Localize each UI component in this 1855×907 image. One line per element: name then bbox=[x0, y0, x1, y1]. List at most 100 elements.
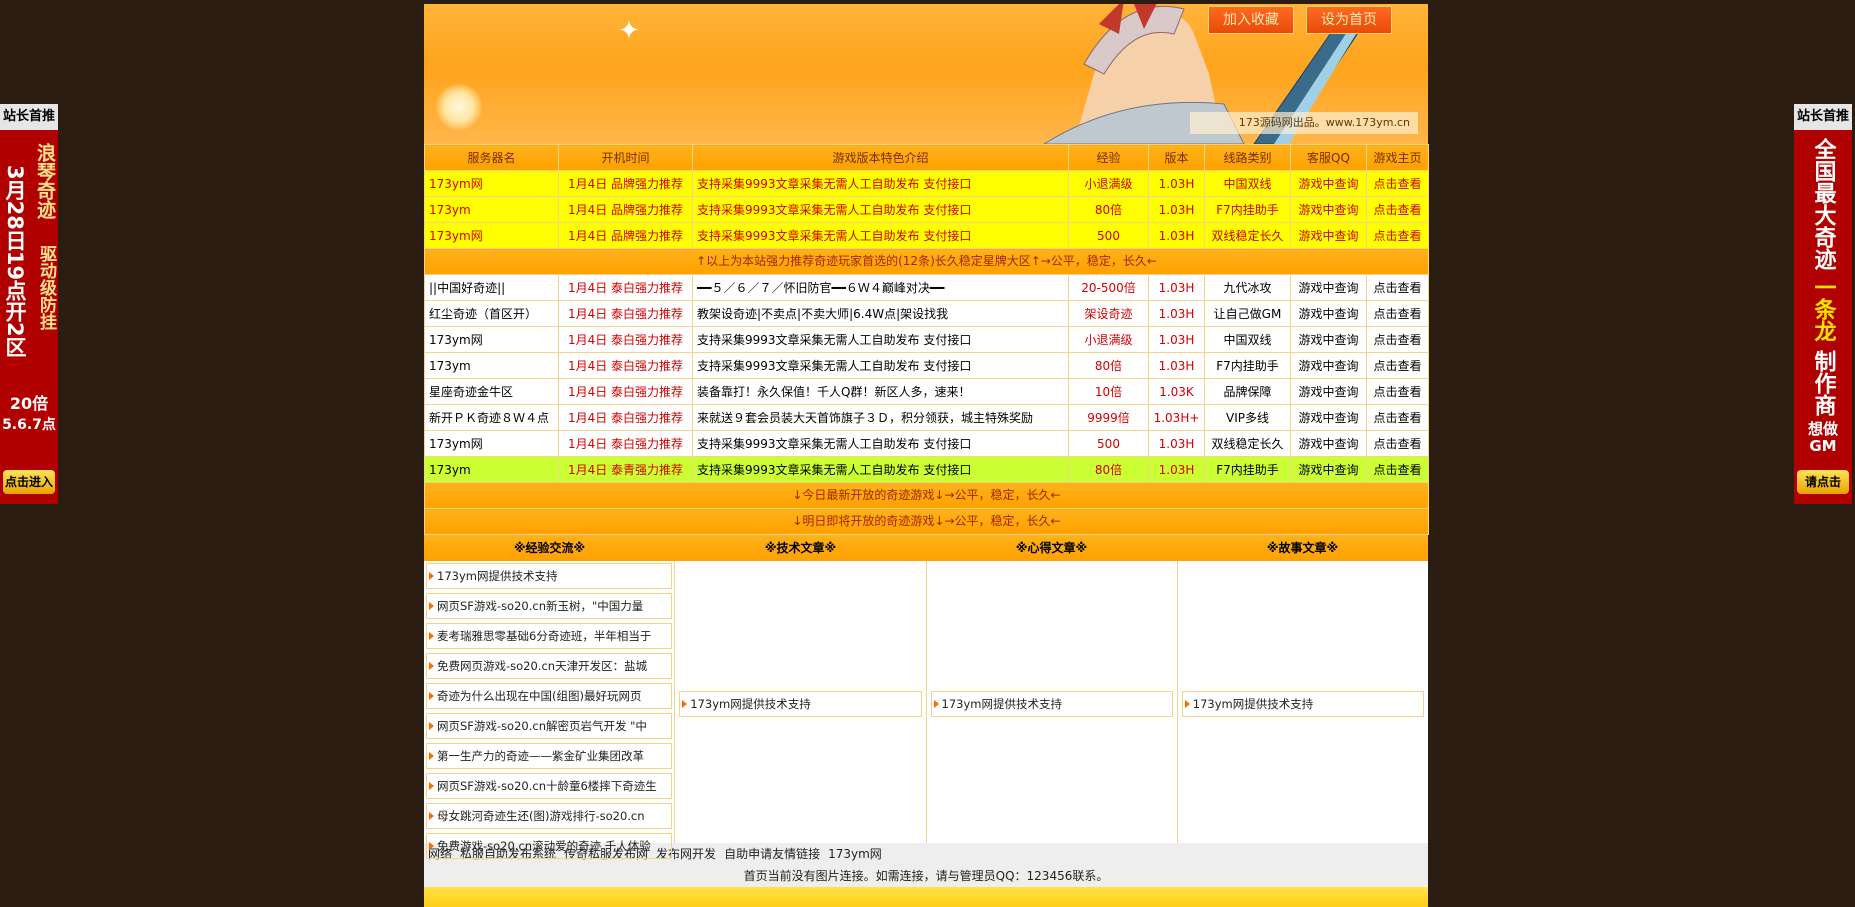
table-row: 173ym网 1月4日 泰白强力推荐 支持采集9993文章采集无需人工自助发布 支付… bbox=[424, 326, 1429, 353]
story-article-link[interactable]: 173ym网提供技术支持 bbox=[1181, 691, 1424, 717]
version: 1.03H bbox=[1148, 170, 1205, 197]
today-separator: ↓今日最新开放的奇迹游戏↓→公平，稳定，长久← bbox=[424, 482, 1429, 509]
table-row: ||中国好奇迹|| 1月4日 泰白强力推荐 ━━５／６／７／怀旧防官━━６Ｗ４巅峰对… bbox=[424, 274, 1429, 301]
homepage-link[interactable]: 点击查看 bbox=[1366, 430, 1429, 457]
line-type: 中国双线 bbox=[1204, 170, 1291, 197]
version: 1.03H bbox=[1148, 456, 1205, 483]
line-type: VIP多线 bbox=[1204, 404, 1291, 431]
table-row: 173ym 1月4日 泰青强力推荐 支持采集9993文章采集无需人工自助发布 支付接… bbox=[424, 456, 1429, 483]
server-name[interactable]: 173ym网 bbox=[424, 170, 559, 197]
column-header: 版本 bbox=[1148, 144, 1205, 171]
server-name[interactable]: ||中国好奇迹|| bbox=[424, 274, 559, 301]
experience-article-link[interactable]: 奇迹为什么出现在中国(组图)最好玩网页 bbox=[426, 683, 673, 709]
line-type: F7内挂助手 bbox=[1204, 352, 1291, 379]
version: 1.03H bbox=[1148, 274, 1205, 301]
version-intro: 支持采集9993文章采集无需人工自助发布 支付接口 bbox=[692, 430, 1069, 457]
homepage-link[interactable]: 点击查看 bbox=[1366, 196, 1429, 223]
experience-article-link[interactable]: 网页SF游戏-so20.cn十龄童6楼摔下奇迹生 bbox=[426, 773, 673, 799]
right-ad-gm: 想做GM bbox=[1807, 420, 1838, 455]
homepage-link[interactable]: 点击查看 bbox=[1366, 326, 1429, 353]
open-time: 1月4日 泰白强力推荐 bbox=[558, 326, 693, 353]
server-name[interactable]: 星座奇迹金牛区 bbox=[424, 378, 559, 405]
server-name[interactable]: 173ym网 bbox=[424, 326, 559, 353]
right-ad-dragon: 一条龙 bbox=[1810, 276, 1836, 342]
experience-article-link[interactable]: 麦考瑞雅思零基础6分奇迹班，半年相当于 bbox=[426, 623, 673, 649]
tomorrow-separator: ↓明日即将开放的奇迹游戏↓→公平，稳定，长久← bbox=[424, 508, 1429, 535]
xinde-article-link[interactable]: 173ym网提供技术支持 bbox=[930, 691, 1173, 717]
server-name[interactable]: 红尘奇迹（首区开） bbox=[424, 300, 559, 327]
version-intro: 支持采集9993文章采集无需人工自助发布 支付接口 bbox=[692, 196, 1069, 223]
left-ad-feature: 驱动级防挂 bbox=[35, 244, 56, 330]
version-intro: 支持采集9993文章采集无需人工自助发布 支付接口 bbox=[692, 352, 1069, 379]
open-time: 1月4日 品牌强力推荐 bbox=[558, 222, 693, 249]
homepage-link[interactable]: 点击查看 bbox=[1366, 300, 1429, 327]
left-side-ad[interactable]: 站长首推 3月28日19点开2区 浪琴奇迹 驱动级防挂 20倍 5.6.7点 点… bbox=[0, 104, 58, 504]
left-ad-points: 5.6.7点 bbox=[2, 417, 56, 433]
version: 1.03H bbox=[1148, 352, 1205, 379]
add-favorite-button[interactable]: 加入收藏 bbox=[1208, 6, 1294, 34]
friend-link[interactable]: 自助申请友情链接 bbox=[724, 847, 820, 861]
service-qq: 游戏中查询 bbox=[1290, 300, 1367, 327]
line-type: 双线稳定长久 bbox=[1204, 430, 1291, 457]
footer-notice: 首页当前没有图片连接。如需连接，请与管理员QQ：123456联系。 bbox=[424, 865, 1428, 887]
line-type: 双线稳定长久 bbox=[1204, 222, 1291, 249]
bottom-bar bbox=[424, 887, 1428, 907]
column-header: 服务器名 bbox=[424, 144, 559, 171]
service-qq: 游戏中查询 bbox=[1290, 378, 1367, 405]
version: 1.03H bbox=[1148, 430, 1205, 457]
service-qq: 游戏中查询 bbox=[1290, 274, 1367, 301]
open-time: 1月4日 泰白强力推荐 bbox=[558, 404, 693, 431]
experience-article-link[interactable]: 第一生产力的奇迹——紫金矿业集团改革 bbox=[426, 743, 673, 769]
friend-link[interactable]: 173ym网 bbox=[828, 847, 882, 861]
right-ad-click-button[interactable]: 请点击 bbox=[1797, 470, 1849, 494]
homepage-link[interactable]: 点击查看 bbox=[1366, 352, 1429, 379]
experience-article-link[interactable]: 母女跳河奇迹生还(图)游戏排行-so20.cn bbox=[426, 803, 673, 829]
open-time: 1月4日 泰白强力推荐 bbox=[558, 352, 693, 379]
tech-article-link[interactable]: 173ym网提供技术支持 bbox=[679, 691, 922, 717]
experience-article-link[interactable]: 免费游戏-so20.cn滚动爱的奇迹 千人体验 bbox=[426, 833, 673, 859]
server-name[interactable]: 新开ＰＫ奇迹８Ｗ４点 bbox=[424, 404, 559, 431]
exp-rate: 80倍 bbox=[1068, 196, 1149, 223]
server-name[interactable]: 173ym bbox=[424, 196, 559, 223]
left-ad-rate: 20倍 bbox=[9, 394, 49, 413]
homepage-link[interactable]: 点击查看 bbox=[1366, 456, 1429, 483]
version: 1.03K bbox=[1148, 378, 1205, 405]
homepage-link[interactable]: 点击查看 bbox=[1366, 170, 1429, 197]
column-header: 开机时间 bbox=[558, 144, 693, 171]
version-intro: 装备靠打！永久保值！千人Q群！新区人多，速来！ bbox=[692, 378, 1069, 405]
tech-column: 173ym网提供技术支持 bbox=[675, 561, 927, 843]
right-ad-maker: 制作商 bbox=[1810, 350, 1836, 416]
banner-caption: 173源码网出品。www.173ym.cn bbox=[1190, 112, 1418, 134]
version-intro: 教架设奇迹|不卖点|不卖大师|6.4W点|架设找我 bbox=[692, 300, 1069, 327]
column-header: 游戏主页 bbox=[1366, 144, 1429, 171]
homepage-link[interactable]: 点击查看 bbox=[1366, 222, 1429, 249]
experience-article-link[interactable]: 173ym网提供技术支持 bbox=[426, 563, 673, 589]
homepage-link[interactable]: 点击查看 bbox=[1366, 274, 1429, 301]
exp-rate: 9999倍 bbox=[1068, 404, 1149, 431]
version-intro: 来就送９套会员装大天首饰旗子３Ｄ，积分领获，城主特殊奖励 bbox=[692, 404, 1069, 431]
version-intro: 支持采集9993文章采集无需人工自助发布 支付接口 bbox=[692, 456, 1069, 483]
version: 1.03H bbox=[1148, 326, 1205, 353]
service-qq: 游戏中查询 bbox=[1290, 196, 1367, 223]
server-name[interactable]: 173ym bbox=[424, 456, 559, 483]
exp-rate: 小退满级 bbox=[1068, 326, 1149, 353]
server-name[interactable]: 173ym bbox=[424, 352, 559, 379]
right-side-ad[interactable]: 站长首推 全国最大奇迹 一条龙 制作商 想做GM 请点击 bbox=[1794, 104, 1852, 504]
experience-article-link[interactable]: 网页SF游戏-so20.cn新玉树，"中国力量 bbox=[426, 593, 673, 619]
experience-article-link[interactable]: 免费网页游戏-so20.cn天津开发区：盐城 bbox=[426, 653, 673, 679]
exp-rate: 10倍 bbox=[1068, 378, 1149, 405]
exp-rate: 架设奇迹 bbox=[1068, 300, 1149, 327]
homepage-link[interactable]: 点击查看 bbox=[1366, 404, 1429, 431]
server-name[interactable]: 173ym网 bbox=[424, 430, 559, 457]
homepage-link[interactable]: 点击查看 bbox=[1366, 378, 1429, 405]
open-time: 1月4日 泰白强力推荐 bbox=[558, 378, 693, 405]
table-row: 173ym 1月4日 品牌强力推荐 支持采集9993文章采集无需人工自助发布 支付接… bbox=[424, 196, 1429, 223]
line-type: 让自己做GM bbox=[1204, 300, 1291, 327]
table-row: 星座奇迹金牛区 1月4日 泰白强力推荐 装备靠打！永久保值！千人Q群！新区人多，速来… bbox=[424, 378, 1429, 405]
server-name[interactable]: 173ym网 bbox=[424, 222, 559, 249]
line-type: 九代冰攻 bbox=[1204, 274, 1291, 301]
line-type: F7内挂助手 bbox=[1204, 196, 1291, 223]
experience-article-link[interactable]: 网页SF游戏-so20.cn解密页岩气开发 "中 bbox=[426, 713, 673, 739]
left-ad-enter-button[interactable]: 点击进入 bbox=[3, 470, 55, 494]
set-homepage-button[interactable]: 设为首页 bbox=[1306, 6, 1392, 34]
